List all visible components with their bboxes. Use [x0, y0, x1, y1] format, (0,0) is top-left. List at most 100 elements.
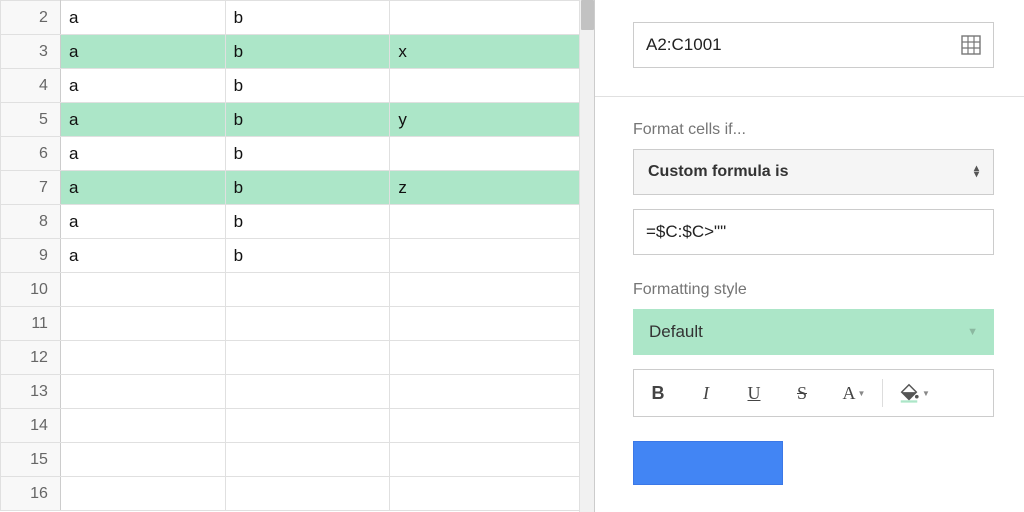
cell[interactable]: a — [60, 35, 225, 69]
cell[interactable] — [225, 375, 390, 409]
format-cells-if-label: Format cells if... — [633, 121, 994, 139]
cell[interactable] — [60, 477, 225, 511]
apply-to-range-field[interactable] — [633, 22, 994, 68]
row-header[interactable]: 4 — [1, 69, 61, 103]
cell[interactable] — [390, 307, 580, 341]
table-row[interactable]: 3abx — [1, 35, 580, 69]
conditional-format-sidebar: Format cells if... Custom formula is ▴▾ … — [595, 0, 1024, 512]
cell[interactable] — [390, 375, 580, 409]
row-header[interactable]: 10 — [1, 273, 61, 307]
row-header[interactable]: 7 — [1, 171, 61, 205]
table-row[interactable]: 11 — [1, 307, 580, 341]
cell[interactable] — [390, 205, 580, 239]
cell[interactable] — [60, 375, 225, 409]
table-row[interactable]: 6ab — [1, 137, 580, 171]
cell[interactable] — [225, 273, 390, 307]
condition-select-value: Custom formula is — [648, 163, 788, 181]
table-row[interactable]: 12 — [1, 341, 580, 375]
cell[interactable] — [60, 409, 225, 443]
cell[interactable]: a — [60, 103, 225, 137]
done-button[interactable] — [633, 441, 783, 485]
text-color-label: A — [843, 383, 856, 404]
range-input[interactable] — [646, 35, 961, 55]
table-row[interactable]: 9ab — [1, 239, 580, 273]
cell[interactable]: a — [60, 1, 225, 35]
cell[interactable] — [225, 341, 390, 375]
table-row[interactable]: 14 — [1, 409, 580, 443]
formatting-style-select[interactable]: Default ▼ — [633, 309, 994, 355]
cell[interactable] — [390, 273, 580, 307]
table-row[interactable]: 10 — [1, 273, 580, 307]
row-header[interactable]: 5 — [1, 103, 61, 137]
cell[interactable]: a — [60, 137, 225, 171]
cell[interactable]: a — [60, 171, 225, 205]
cell[interactable] — [390, 239, 580, 273]
row-header[interactable]: 14 — [1, 409, 61, 443]
row-header[interactable]: 3 — [1, 35, 61, 69]
cell[interactable]: b — [225, 205, 390, 239]
row-header[interactable]: 8 — [1, 205, 61, 239]
table-row[interactable]: 13 — [1, 375, 580, 409]
text-color-button[interactable]: A ▼ — [826, 370, 882, 416]
cell[interactable] — [390, 69, 580, 103]
row-header[interactable]: 6 — [1, 137, 61, 171]
cell[interactable] — [225, 443, 390, 477]
range-picker-icon[interactable] — [961, 35, 981, 55]
scrollbar-thumb[interactable] — [581, 0, 594, 30]
table-row[interactable]: 5aby — [1, 103, 580, 137]
cell[interactable] — [390, 409, 580, 443]
row-header[interactable]: 13 — [1, 375, 61, 409]
row-header[interactable]: 12 — [1, 341, 61, 375]
spreadsheet-grid[interactable]: 2ab3abx4ab5aby6ab7abz8ab9ab1011121314151… — [0, 0, 595, 512]
cell[interactable] — [390, 477, 580, 511]
cell[interactable] — [390, 341, 580, 375]
cell[interactable] — [60, 273, 225, 307]
cell[interactable] — [225, 307, 390, 341]
section-divider — [595, 96, 1024, 97]
cell[interactable] — [390, 1, 580, 35]
italic-button[interactable]: I — [682, 370, 730, 416]
cell[interactable]: b — [225, 137, 390, 171]
cell[interactable]: b — [225, 69, 390, 103]
condition-select[interactable]: Custom formula is ▴▾ — [633, 149, 994, 195]
cell[interactable]: a — [60, 239, 225, 273]
custom-formula-input[interactable] — [633, 209, 994, 255]
cell[interactable] — [60, 341, 225, 375]
vertical-scrollbar[interactable] — [579, 0, 594, 512]
cell[interactable]: a — [60, 205, 225, 239]
cell[interactable]: b — [225, 1, 390, 35]
row-header[interactable]: 2 — [1, 1, 61, 35]
table-row[interactable]: 15 — [1, 443, 580, 477]
cell[interactable]: b — [225, 103, 390, 137]
cell[interactable]: y — [390, 103, 580, 137]
row-header[interactable]: 16 — [1, 477, 61, 511]
underline-button[interactable]: U — [730, 370, 778, 416]
row-header[interactable]: 15 — [1, 443, 61, 477]
table-row[interactable]: 7abz — [1, 171, 580, 205]
formatting-style-value: Default — [649, 322, 703, 342]
text-format-toolbar: B I U S A ▼ ▼ — [633, 369, 994, 417]
strikethrough-button[interactable]: S — [778, 370, 826, 416]
cell[interactable]: b — [225, 35, 390, 69]
cell[interactable] — [390, 137, 580, 171]
cell[interactable] — [225, 477, 390, 511]
cell[interactable] — [390, 443, 580, 477]
sheet-table[interactable]: 2ab3abx4ab5aby6ab7abz8ab9ab1011121314151… — [0, 0, 580, 511]
cell[interactable]: x — [390, 35, 580, 69]
cell[interactable]: z — [390, 171, 580, 205]
table-row[interactable]: 4ab — [1, 69, 580, 103]
cell[interactable]: b — [225, 171, 390, 205]
table-row[interactable]: 2ab — [1, 1, 580, 35]
cell[interactable] — [225, 409, 390, 443]
cell[interactable]: b — [225, 239, 390, 273]
cell[interactable] — [60, 307, 225, 341]
fill-color-button[interactable]: ▼ — [883, 370, 945, 416]
cell[interactable]: a — [60, 69, 225, 103]
table-row[interactable]: 16 — [1, 477, 580, 511]
row-header[interactable]: 11 — [1, 307, 61, 341]
table-row[interactable]: 8ab — [1, 205, 580, 239]
bold-button[interactable]: B — [634, 370, 682, 416]
cell[interactable] — [60, 443, 225, 477]
row-header[interactable]: 9 — [1, 239, 61, 273]
chevron-down-icon: ▼ — [967, 326, 978, 338]
